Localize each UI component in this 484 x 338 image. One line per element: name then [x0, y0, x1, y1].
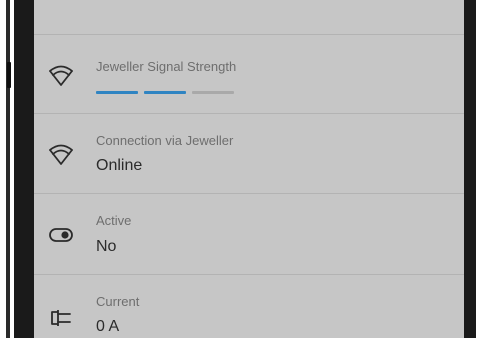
phone-bezel-edge: [6, 0, 10, 338]
signal-bar-1: [96, 91, 138, 94]
wifi-icon: [48, 141, 74, 167]
connection-label: Connection via Jeweller: [96, 133, 234, 148]
signal-strength-label: Jeweller Signal Strength: [96, 59, 237, 74]
plug-icon: [48, 305, 74, 331]
current-label: Current: [96, 294, 140, 309]
connection-value: Online: [96, 157, 143, 174]
phone-bezel-left: [14, 0, 34, 338]
toggle-icon: [48, 222, 74, 248]
wifi-icon: [48, 62, 74, 88]
current-row[interactable]: Current 0 A: [34, 274, 464, 338]
signal-bar-2: [144, 91, 186, 94]
device-settings-screen: Jeweller Signal Strength Connection via …: [34, 0, 464, 338]
signal-bar-3: [192, 91, 234, 94]
signal-strength-row[interactable]: Jeweller Signal Strength: [34, 34, 464, 114]
phone-frame: Jeweller Signal Strength Connection via …: [0, 0, 484, 338]
phone-bezel-right: [464, 0, 476, 338]
active-value: No: [96, 238, 117, 255]
signal-strength-bars: [96, 91, 246, 95]
active-row[interactable]: Active No: [34, 193, 464, 275]
connection-row[interactable]: Connection via Jeweller Online: [34, 113, 464, 194]
phone-side-button: [7, 62, 11, 88]
list-item-previous: [34, 0, 464, 35]
active-label: Active: [96, 213, 132, 228]
current-value: 0 A: [96, 318, 120, 335]
